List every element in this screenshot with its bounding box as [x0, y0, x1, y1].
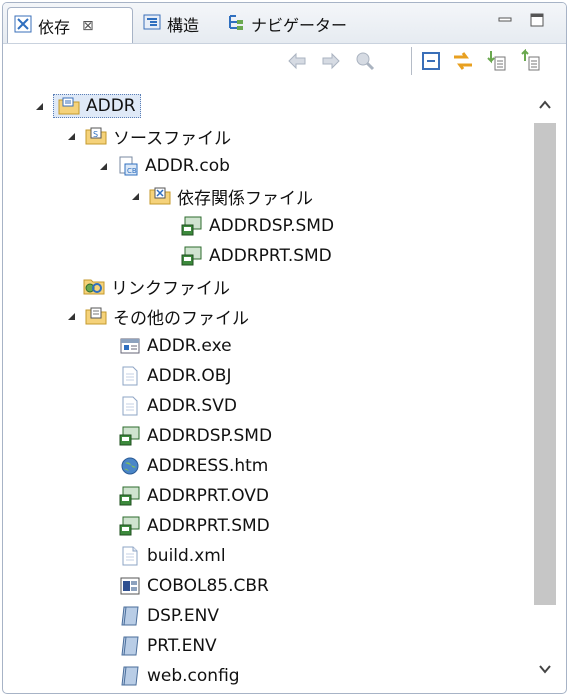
dependency-in-icon[interactable] — [485, 49, 509, 73]
selected-node: ADDR — [53, 94, 141, 118]
screen-definition-icon — [119, 425, 141, 447]
source-folder-icon: S — [85, 125, 107, 147]
tab-structure[interactable]: 構造 — [143, 9, 199, 39]
minimize-icon[interactable] — [497, 12, 513, 28]
tree-item-dep-addrprt[interactable]: ADDRPRT.SMD — [181, 243, 332, 269]
link-folder-icon — [83, 275, 105, 297]
node-label: ADDRESS.htm — [147, 456, 269, 476]
cobol-config-icon — [119, 575, 141, 597]
node-label: build.xml — [147, 546, 226, 566]
xml-file-icon — [119, 545, 141, 567]
dependency-tree: ADDR S ソースファイル CB ADDR.cob 依存関係ファイル ADDR… — [3, 83, 523, 693]
tree-item-root[interactable]: ADDR — [33, 93, 141, 119]
expanded-arrow-icon[interactable] — [65, 310, 77, 322]
dependency-folder-icon — [149, 185, 171, 207]
expanded-arrow-icon[interactable] — [129, 190, 141, 202]
node-label: その他のファイル — [113, 308, 249, 329]
node-label: ADDR.cob — [145, 156, 230, 176]
tree-item-file[interactable]: ADDR.OBJ — [119, 363, 231, 389]
screen-definition-icon — [119, 485, 141, 507]
scrollbar-thumb[interactable] — [534, 123, 556, 605]
dependency-out-icon[interactable] — [519, 49, 543, 73]
back-arrow-icon[interactable] — [285, 49, 309, 73]
svg-text:S: S — [93, 130, 98, 139]
file-icon — [119, 395, 141, 417]
link-with-editor-icon[interactable] — [451, 49, 475, 73]
node-label: ADDR.SVD — [147, 396, 237, 416]
maximize-icon[interactable] — [529, 12, 545, 28]
tab-dependency[interactable]: 依存 ⊠ — [7, 7, 133, 43]
tree-item-file[interactable]: DSP.ENV — [119, 603, 219, 629]
node-label: ADDR — [86, 96, 136, 116]
tree-item-file[interactable]: ADDRDSP.SMD — [119, 423, 272, 449]
dependency-view-icon — [14, 15, 32, 37]
tree-item-file[interactable]: PRT.ENV — [119, 633, 217, 659]
close-icon[interactable]: ⊠ — [82, 18, 94, 34]
node-label: ADDR.OBJ — [147, 366, 232, 386]
tree-item-file[interactable]: ADDR.exe — [119, 333, 232, 359]
svg-text:CB: CB — [127, 167, 137, 175]
screen-definition-icon — [181, 245, 203, 267]
cobol-source-icon: CB — [117, 155, 139, 177]
node-label: ソースファイル — [113, 128, 232, 149]
web-page-icon — [119, 455, 141, 477]
screen-definition-icon — [119, 515, 141, 537]
expanded-arrow-icon[interactable] — [33, 100, 45, 112]
tree-item-file[interactable]: ADDRPRT.SMD — [119, 513, 270, 539]
node-label: リンクファイル — [111, 278, 230, 299]
tree-item-addr-cob[interactable]: CB ADDR.cob — [97, 153, 230, 179]
project-folder-icon — [58, 95, 80, 117]
dependency-panel: 依存 ⊠ 構造 ナビゲーター ADDR S ソースファイル CB ADDR.co… — [2, 2, 567, 694]
view-toolbar — [3, 49, 566, 77]
tree-item-dependency-files[interactable]: 依存関係ファイル — [129, 183, 313, 209]
tree-item-link-files[interactable]: リンクファイル — [83, 273, 230, 299]
tree-item-file[interactable]: build.xml — [119, 543, 226, 569]
navigator-view-icon — [227, 13, 245, 35]
node-label: ADDRPRT.SMD — [147, 516, 270, 536]
toolbar-separator — [411, 47, 412, 75]
executable-icon — [119, 335, 141, 357]
node-label: PRT.ENV — [147, 636, 217, 656]
env-file-icon — [119, 635, 141, 657]
expanded-arrow-icon[interactable] — [97, 160, 109, 172]
screen-definition-icon — [181, 215, 203, 237]
file-icon — [119, 365, 141, 387]
vertical-scrollbar[interactable] — [530, 87, 560, 687]
tab-label: ナビゲーター — [251, 16, 348, 35]
node-label: ADDR.exe — [147, 336, 232, 356]
node-label: ADDRDSP.SMD — [209, 216, 335, 236]
node-label: COBOL85.CBR — [147, 576, 269, 596]
env-file-icon — [119, 665, 141, 687]
node-label: ADDRPRT.SMD — [209, 246, 332, 266]
scroll-up-icon[interactable] — [537, 97, 553, 113]
tab-navigator[interactable]: ナビゲーター — [227, 9, 347, 39]
tree-item-file[interactable]: COBOL85.CBR — [119, 573, 269, 599]
tab-label: 構造 — [167, 16, 200, 35]
collapse-all-icon[interactable] — [419, 49, 443, 73]
tree-item-file[interactable]: web.config — [119, 663, 240, 689]
scroll-down-icon[interactable] — [537, 661, 553, 677]
tree-item-file[interactable]: ADDR.SVD — [119, 393, 237, 419]
tree-item-source-files[interactable]: S ソースファイル — [65, 123, 231, 149]
other-folder-icon — [85, 305, 107, 327]
tree-item-file[interactable]: ADDRPRT.OVD — [119, 483, 269, 509]
tab-label: 依存 — [38, 17, 71, 37]
up-folder-icon[interactable] — [353, 49, 377, 73]
node-label: web.config — [147, 666, 240, 686]
view-tab-bar: 依存 ⊠ 構造 ナビゲーター — [3, 3, 566, 44]
env-file-icon — [119, 605, 141, 627]
structure-view-icon — [143, 13, 161, 35]
tree-item-other-files[interactable]: その他のファイル — [65, 303, 249, 329]
node-label: ADDRPRT.OVD — [147, 486, 270, 506]
node-label: DSP.ENV — [147, 606, 219, 626]
expanded-arrow-icon[interactable] — [65, 130, 77, 142]
node-label: ADDRDSP.SMD — [147, 426, 273, 446]
tree-item-dep-addrdsp[interactable]: ADDRDSP.SMD — [181, 213, 334, 239]
forward-arrow-icon[interactable] — [319, 49, 343, 73]
tree-item-file[interactable]: ADDRESS.htm — [119, 453, 268, 479]
node-label: 依存関係ファイル — [177, 188, 313, 209]
